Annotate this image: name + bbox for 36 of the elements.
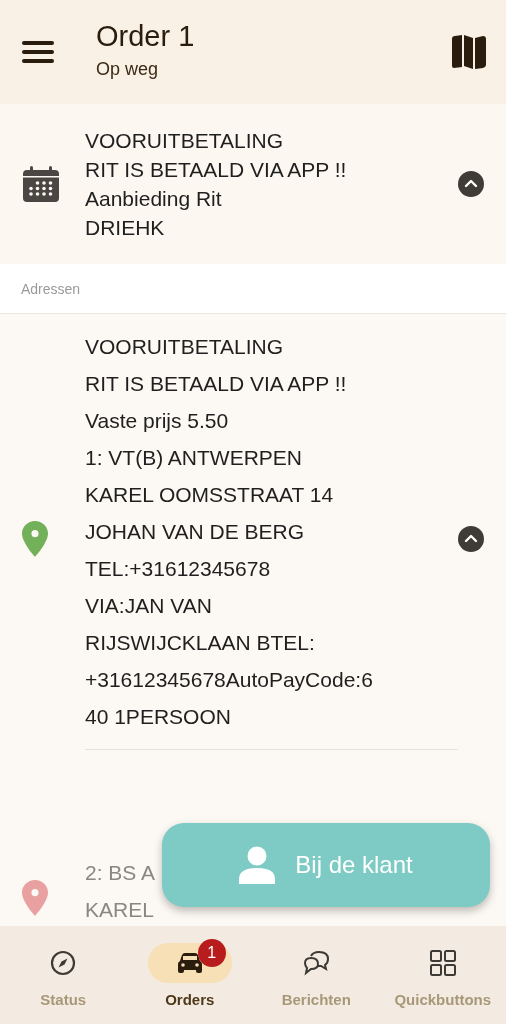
- grid-icon: [429, 949, 456, 976]
- address-line: JOHAN VAN DE BERG: [85, 519, 304, 545]
- compass-icon: [50, 949, 77, 976]
- nav-tab[interactable]: Quickbuttons: [379, 926, 506, 1024]
- address-line: KAREL: [85, 897, 154, 923]
- nav-tab[interactable]: 1 Orders: [126, 926, 253, 1024]
- notification-badge: 1: [197, 938, 226, 967]
- address-line: VIA:JAN VAN: [85, 593, 212, 619]
- page-title: Order 1: [96, 20, 196, 53]
- order-note: VOORUITBETALING: [85, 128, 284, 154]
- car-icon: [176, 951, 203, 974]
- address-line: Vaste prijs 5.50: [85, 408, 229, 434]
- chevron-up-icon[interactable]: [458, 526, 484, 552]
- address-line: TEL:+31612345678: [85, 556, 271, 582]
- section-label: Adressen: [21, 280, 81, 297]
- menu-icon[interactable]: [22, 41, 54, 63]
- chevron-up-icon[interactable]: [458, 171, 484, 197]
- order-note: DRIEHK: [85, 215, 166, 241]
- address-line: +31612345678AutoPayCode:6: [85, 667, 373, 693]
- order-note: Aanbieding Rit: [85, 186, 223, 212]
- address-line: KAREL OOMSSTRAAT 14: [85, 482, 334, 508]
- nav-tab[interactable]: Status: [0, 926, 127, 1024]
- person-icon: [239, 846, 276, 884]
- calendar-icon: [22, 165, 60, 203]
- map-icon[interactable]: [450, 34, 488, 70]
- chat-icon: [302, 949, 331, 976]
- order-note: RIT IS BETAALD VIA APP !!: [85, 157, 348, 183]
- arrived-button[interactable]: Bij de klant: [162, 823, 490, 907]
- address-line: VOORUITBETALING: [85, 334, 283, 360]
- nav-tab[interactable]: Berichten: [253, 926, 380, 1024]
- address-line: 40 1PERSOON: [85, 704, 231, 730]
- address-line: RIJSWIJCKLAAN BTEL:: [85, 630, 315, 656]
- order-status: Op weg: [96, 59, 160, 80]
- address-line: 2: BS A: [85, 860, 156, 886]
- address-line: 1: VT(B) ANTWERPEN: [85, 445, 303, 471]
- address-line: RIT IS BETAALD VIA APP !!: [85, 371, 347, 397]
